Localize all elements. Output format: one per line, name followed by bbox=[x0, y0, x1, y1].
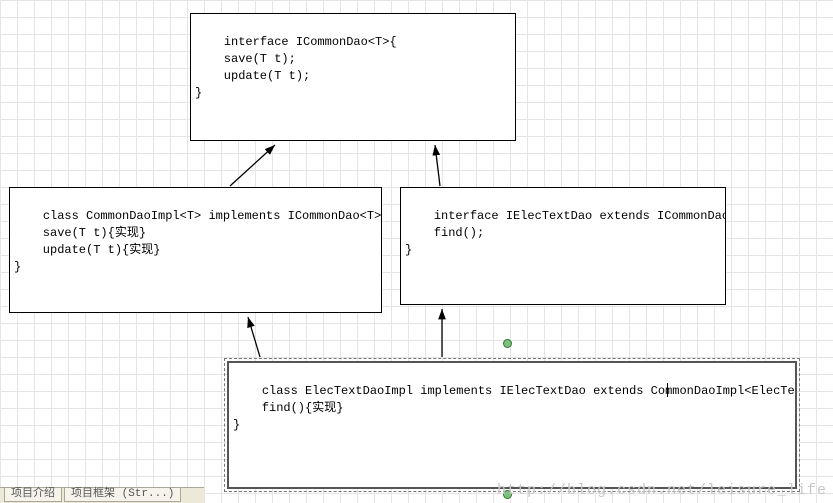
box-commondaoimpl[interactable]: class CommonDaoImpl<T> implements ICommo… bbox=[9, 187, 382, 313]
arrow bbox=[230, 145, 275, 186]
watermark-text: http://blog.csdn.net/leisure_life bbox=[497, 482, 827, 499]
sheet-tab[interactable]: 项目介绍 bbox=[4, 488, 62, 502]
box-ielectextdao[interactable]: interface IElecTextDao extends ICommonDa… bbox=[400, 187, 726, 305]
diagram-canvas[interactable]: interface ICommonDao<T>{ save(T t); upda… bbox=[0, 0, 833, 503]
box-text: class ElecTextDaoImpl implements IElecTe… bbox=[233, 384, 797, 432]
arrow bbox=[248, 317, 260, 357]
box-text: class CommonDaoImpl<T> implements ICommo… bbox=[14, 209, 382, 274]
sheet-tab-bar[interactable]: 项目介绍项目框架 (Str...) bbox=[0, 487, 204, 503]
text-caret bbox=[667, 383, 668, 397]
box-text: interface IElecTextDao extends ICommonDa… bbox=[405, 209, 726, 257]
selection-handle[interactable] bbox=[503, 339, 512, 348]
box-text: interface ICommonDao<T>{ save(T t); upda… bbox=[195, 35, 397, 100]
box-electextdaoimpl[interactable]: class ElecTextDaoImpl implements IElecTe… bbox=[227, 361, 797, 489]
sheet-tab[interactable]: 项目框架 (Str...) bbox=[64, 488, 181, 502]
arrow bbox=[435, 145, 440, 186]
box-icommondao[interactable]: interface ICommonDao<T>{ save(T t); upda… bbox=[190, 13, 516, 141]
